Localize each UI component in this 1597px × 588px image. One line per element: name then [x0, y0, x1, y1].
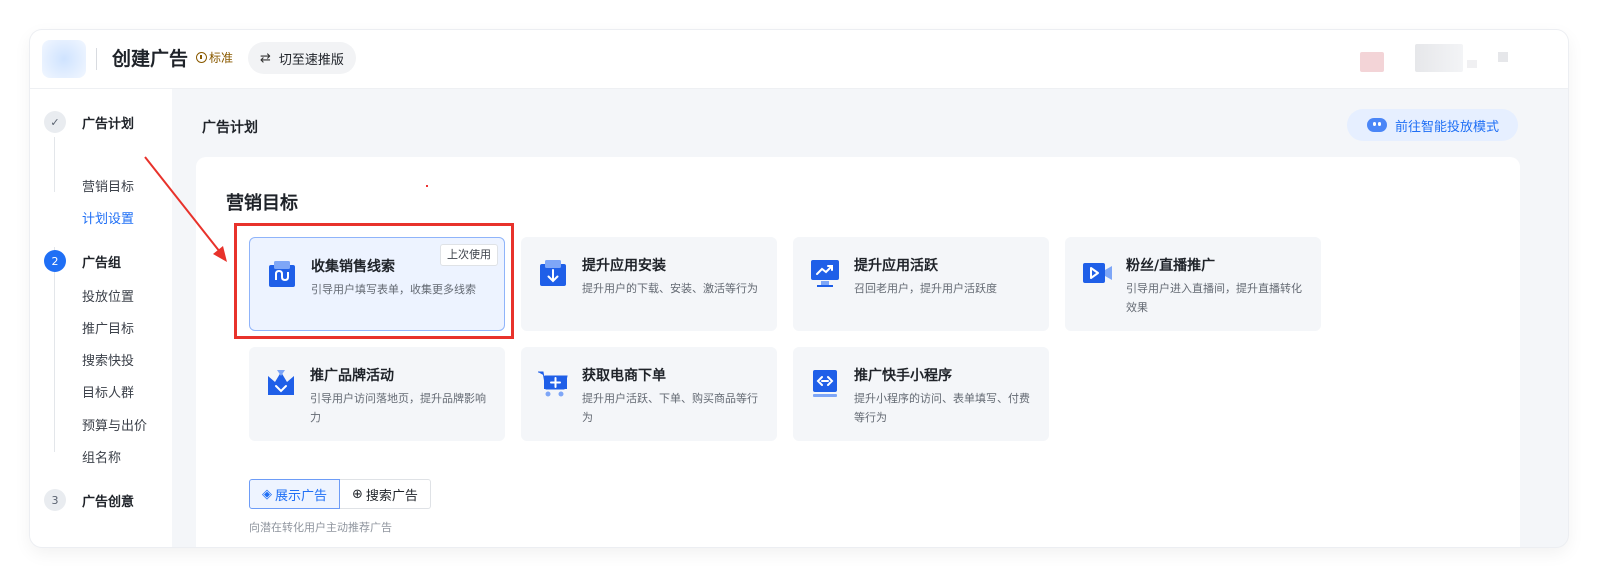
search-ad-tab[interactable]: ⊕ 搜索广告 — [340, 479, 431, 509]
step-number: 2 — [44, 250, 66, 272]
card-title: 收集销售线索 — [311, 259, 395, 275]
display-ad-icon: ◈ — [262, 486, 272, 502]
coin-icon — [196, 52, 207, 63]
sub-step-placement[interactable]: 投放位置 — [82, 286, 134, 305]
page-title: 创建广告 — [112, 48, 189, 70]
card-title: 获取电商下单 — [582, 368, 666, 384]
sub-step-search-quick[interactable]: 搜索快投 — [82, 350, 134, 369]
step-label: 广告计划 — [82, 116, 135, 132]
step-ad-plan[interactable]: ✓ 广告计划 — [44, 111, 134, 133]
check-icon: ✓ — [44, 111, 66, 133]
divider — [96, 48, 97, 70]
goal-card-mini-program[interactable]: 推广快手小程序 提升小程序的访问、表单填写、付费等行为 — [793, 347, 1049, 441]
goal-card-app-install[interactable]: 提升应用安装 提升用户的下载、安装、激活等行为 — [521, 237, 777, 331]
switch-version-button[interactable]: ⇄ 切至速推版 — [248, 42, 356, 74]
account-info[interactable] — [1415, 44, 1463, 72]
step-connector — [54, 137, 55, 192]
app-window: 创建广告 标准 ⇄ 切至速推版 ✓ 广告计划 营销目标 计划设置 2 广告组 投… — [30, 30, 1568, 547]
goal-card-sales-leads[interactable]: 收集销售线索 引导用户填写表单，收集更多线索 上次使用 — [249, 237, 505, 331]
card-title: 推广快手小程序 — [854, 368, 952, 384]
card-desc: 引导用户进入直播间，提升直播转化效果 — [1126, 282, 1302, 314]
switch-version-label: 切至速推版 — [278, 52, 344, 68]
ad-type-segmented: ◈ 展示广告 ⊕ 搜索广告 — [249, 479, 431, 509]
mini-program-icon — [813, 370, 837, 397]
live-video-icon — [1083, 263, 1112, 283]
step-connector — [54, 247, 55, 452]
stray-dot — [426, 185, 428, 187]
step-label: 广告创意 — [82, 494, 135, 510]
swap-icon: ⇄ — [260, 50, 271, 66]
form-icon — [269, 261, 295, 287]
sub-step-budget-bid[interactable]: 预算与出价 — [82, 415, 147, 434]
card-desc: 提升小程序的访问、表单填写、付费等行为 — [854, 392, 1030, 424]
trend-monitor-icon — [811, 260, 839, 287]
goal-card-fans-live[interactable]: 粉丝/直播推广 引导用户进入直播间，提升直播转化效果 — [1065, 237, 1321, 331]
section-title: 广告计划 — [202, 120, 258, 136]
card-desc: 引导用户访问落地页，提升品牌影响力 — [310, 392, 486, 424]
goal-card-ecommerce-order[interactable]: 获取电商下单 提升用户活跃、下单、购买商品等行为 — [521, 347, 777, 441]
cart-icon — [538, 371, 568, 397]
account-info-extra — [1467, 60, 1477, 68]
sub-step-audience[interactable]: 目标人群 — [82, 382, 134, 401]
card-title: 粉丝/直播推广 — [1126, 258, 1216, 274]
step-number: 3 — [44, 489, 66, 511]
goal-card-app-activity[interactable]: 提升应用活跃 召回老用户，提升用户活跃度 — [793, 237, 1049, 331]
sub-step-promotion-target[interactable]: 推广目标 — [82, 318, 134, 337]
smart-mode-button[interactable]: 前往智能投放模式 — [1347, 109, 1518, 141]
sub-step-plan-settings[interactable]: 计划设置 — [82, 208, 134, 227]
display-ad-label: 展示广告 — [275, 488, 328, 504]
menu-icon[interactable] — [1498, 52, 1508, 62]
sub-step-group-name[interactable]: 组名称 — [82, 447, 121, 466]
panel-title: 营销目标 — [226, 193, 298, 214]
card-title: 提升应用安装 — [582, 258, 666, 274]
avatar[interactable] — [1360, 52, 1384, 72]
card-title: 提升应用活跃 — [854, 258, 938, 274]
last-used-tag: 上次使用 — [440, 244, 498, 266]
smart-mode-label: 前往智能投放模式 — [1395, 119, 1500, 135]
sub-step-marketing-goal[interactable]: 营销目标 — [82, 176, 134, 195]
main-content: 广告计划 前往智能投放模式 营销目标 收集销售线索 引导用户填写表单，收集更多线… — [172, 89, 1568, 547]
marketing-goal-panel: 营销目标 收集销售线索 引导用户填写表单，收集更多线索 上次使用 提升应用安装 … — [196, 157, 1520, 547]
crown-icon — [268, 370, 294, 395]
logo[interactable] — [42, 40, 86, 78]
steps-sidebar: ✓ 广告计划 营销目标 计划设置 2 广告组 投放位置 推广目标 搜索快投 目标… — [30, 89, 172, 547]
card-title: 推广品牌活动 — [310, 368, 394, 384]
robot-icon — [1365, 117, 1389, 133]
card-desc: 提升用户的下载、安装、激活等行为 — [582, 282, 758, 295]
download-icon — [540, 260, 566, 286]
step-ad-creative[interactable]: 3 广告创意 — [44, 489, 134, 511]
step-label: 广告组 — [82, 255, 122, 271]
top-bar: 创建广告 标准 ⇄ 切至速推版 — [30, 30, 1568, 89]
search-ad-icon: ⊕ — [352, 486, 363, 502]
card-desc: 提升用户活跃、下单、购买商品等行为 — [582, 392, 758, 424]
card-desc: 召回老用户，提升用户活跃度 — [854, 282, 997, 295]
standard-badge: 标准 — [196, 49, 233, 66]
ad-type-note: 向潜在转化用户主动推荐广告 — [249, 521, 392, 534]
search-ad-label: 搜索广告 — [365, 488, 418, 504]
step-ad-group[interactable]: 2 广告组 — [44, 250, 121, 272]
goal-card-brand-activity[interactable]: 推广品牌活动 引导用户访问落地页，提升品牌影响力 — [249, 347, 505, 441]
standard-badge-label: 标准 — [209, 51, 234, 65]
card-desc: 引导用户填写表单，收集更多线索 — [311, 283, 476, 296]
display-ad-tab[interactable]: ◈ 展示广告 — [249, 479, 341, 509]
